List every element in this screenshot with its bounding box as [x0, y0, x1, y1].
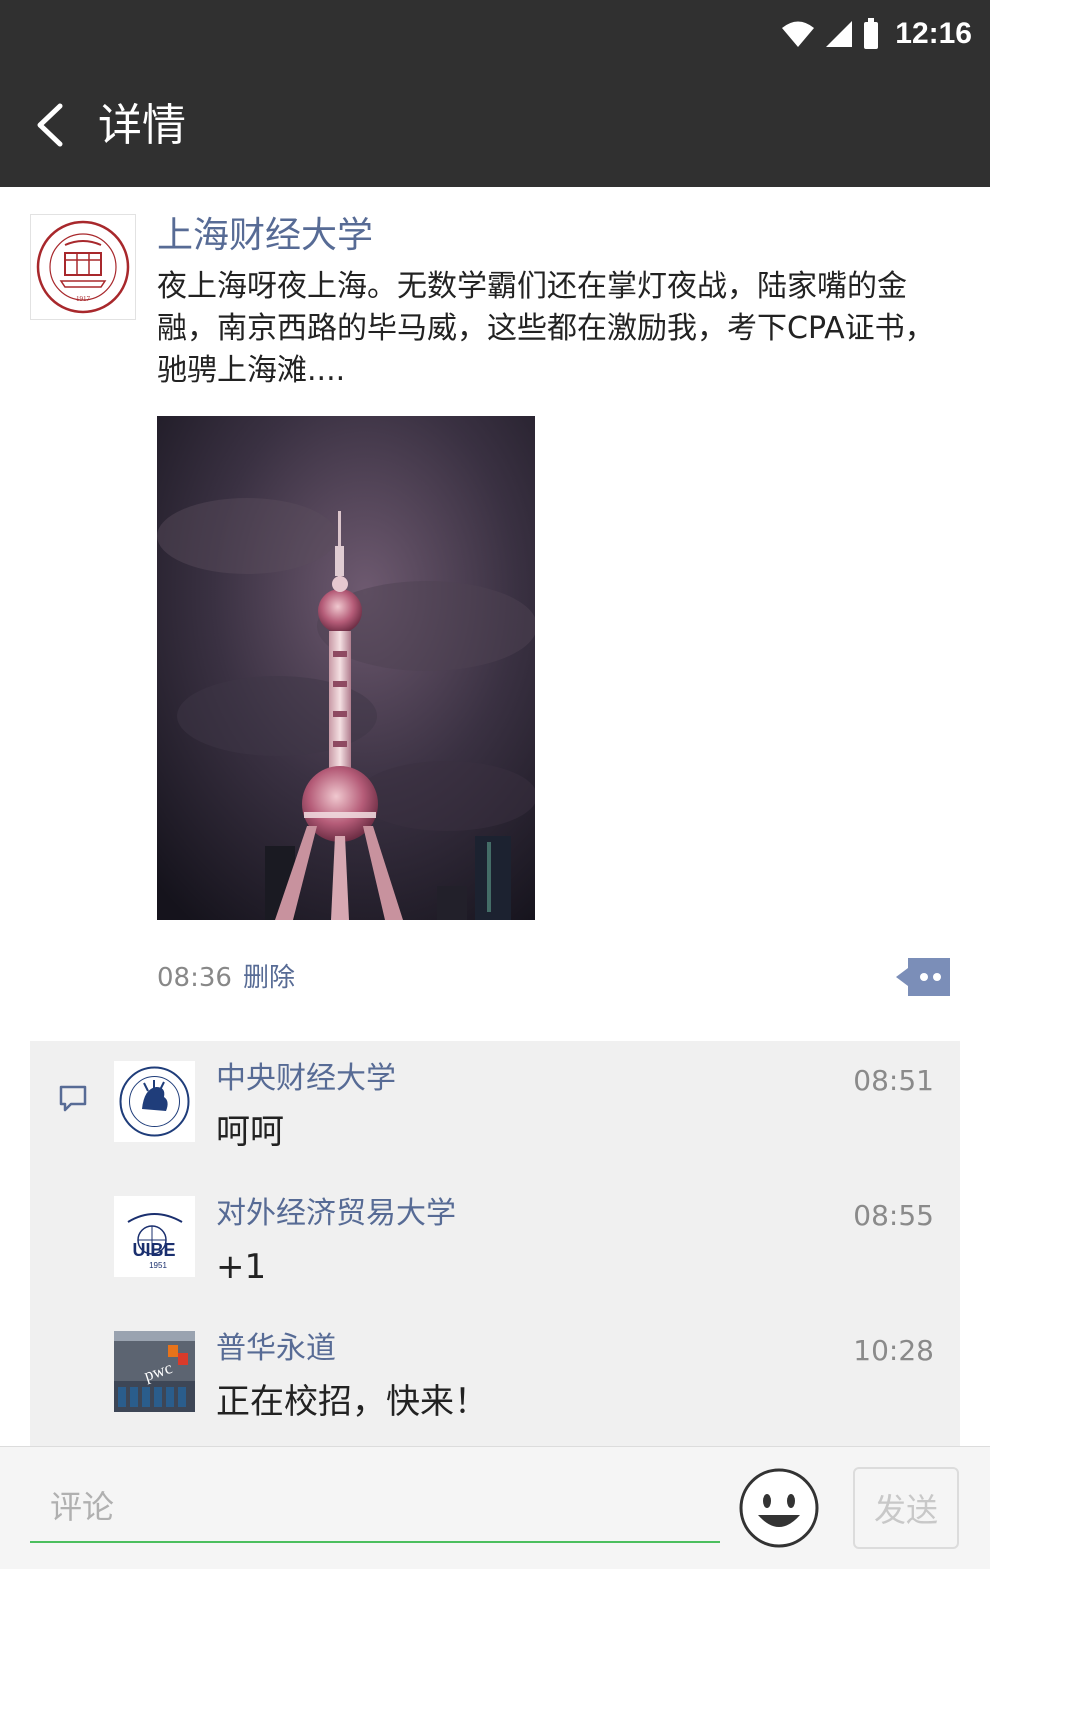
uibe-logo-year: 1951	[149, 1261, 167, 1270]
more-actions-button[interactable]	[894, 956, 952, 998]
send-button[interactable]: 发送	[853, 1467, 959, 1549]
delete-link[interactable]: 删除	[243, 958, 295, 998]
uibe-logo: UIBE 1951	[114, 1196, 195, 1277]
commenter-name[interactable]: 对外经济贸易大学	[216, 1194, 456, 1234]
commenter-name[interactable]: 中央财经大学	[216, 1059, 396, 1099]
page-title: 详情	[98, 100, 186, 151]
status-time: 12:16	[895, 17, 972, 50]
oriental-pearl-tower-photo	[157, 416, 535, 920]
back-arrow-icon	[37, 103, 63, 147]
comment-time: 08:55	[853, 1199, 934, 1232]
back-button[interactable]	[28, 100, 78, 150]
commenter-name[interactable]: 普华永道	[216, 1329, 336, 1369]
comment-text: 正在校招，快来！	[216, 1382, 488, 1422]
battery-icon	[864, 18, 879, 49]
university-seal-logo: 1917	[36, 220, 130, 314]
commenter-avatar[interactable]: pwc	[114, 1331, 195, 1412]
post-text: 夜上海呀夜上海。无数学霸们还在掌灯夜战，陆家嘴的金融，南京西路的毕马威，这些都在…	[157, 269, 935, 388]
post-time: 08:36	[157, 963, 232, 993]
post-author-avatar[interactable]: 1917	[30, 214, 136, 320]
comment-item[interactable]: pwc 普华永道 10:28 正在校招，快来！	[114, 1311, 934, 1431]
wifi-icon	[782, 21, 815, 47]
comment-input-bar: 发送	[0, 1446, 990, 1569]
svg-text:1917: 1917	[76, 295, 91, 303]
post-author-name[interactable]: 上海财经大学	[157, 212, 373, 260]
post-photo[interactable]	[157, 416, 535, 920]
comment-time: 08:51	[853, 1064, 934, 1097]
comment-time: 10:28	[853, 1334, 934, 1367]
pwc-building-photo: pwc	[114, 1331, 195, 1412]
comment-item[interactable]: 中央财经大学 08:51 呵呵	[114, 1041, 934, 1161]
emoji-button[interactable]	[738, 1467, 820, 1549]
commenter-avatar[interactable]	[114, 1061, 195, 1142]
status-icons: 12:16	[781, 14, 972, 54]
comments-panel: 中央财经大学 08:51 呵呵 UIBE 1951 对外经济贸易大学 08:55…	[30, 1041, 960, 1451]
commenter-avatar[interactable]: UIBE 1951	[114, 1196, 195, 1277]
title-bar: 详情	[0, 66, 990, 187]
more-actions-icon	[896, 958, 950, 996]
comment-input[interactable]	[30, 1473, 720, 1543]
comment-text: 呵呵	[216, 1112, 284, 1152]
comment-text: +1	[216, 1247, 267, 1287]
signal-icon	[826, 21, 853, 47]
uibe-logo-text: UIBE	[132, 1240, 175, 1260]
emoji-icon	[739, 1468, 819, 1548]
comment-icon	[59, 1085, 87, 1112]
cufe-logo	[119, 1066, 190, 1137]
comment-item[interactable]: UIBE 1951 对外经济贸易大学 08:55 +1	[114, 1176, 934, 1296]
status-bar: 12:16	[0, 0, 990, 66]
